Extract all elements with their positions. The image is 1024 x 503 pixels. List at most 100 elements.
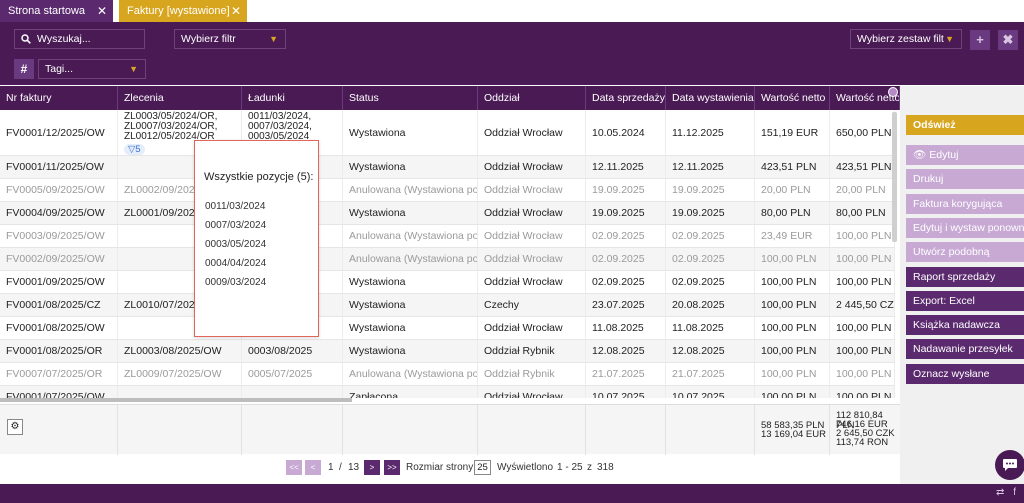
popup-item[interactable]: 0011/03/2024 <box>205 201 265 212</box>
cell-nr: FV0005/09/2025/OW <box>0 179 118 201</box>
gear-icon[interactable]: ⚙ <box>7 419 23 435</box>
close-icon[interactable]: ✕ <box>231 0 241 22</box>
table-row[interactable]: FV0002/09/2025/OW Anulowana (Wystawiona p… <box>0 248 895 271</box>
action-button[interactable]: Książka nadawcza <box>906 315 1024 336</box>
popup-item[interactable]: 0009/03/2024 <box>205 277 266 288</box>
cell-nr: FV0007/07/2025/OR <box>0 363 118 385</box>
cell-ladunki: 0003/08/2025 <box>242 340 343 362</box>
search-input[interactable]: Wyszukaj... <box>14 29 145 49</box>
cell-nr: FV0001/08/2025/OW <box>0 317 118 339</box>
cell-wystawienia: 19.09.2025 <box>666 179 755 201</box>
horizontal-scrollbar[interactable] <box>0 398 352 402</box>
column-header-ladunki[interactable]: Ładunki <box>242 86 343 110</box>
vertical-scrollbar[interactable] <box>892 112 897 242</box>
chat-icon[interactable] <box>995 450 1024 480</box>
cell-nr: FV0004/09/2025/OW <box>0 202 118 224</box>
table-row[interactable]: FV0003/09/2025/OW Anulowana (Wystawiona p… <box>0 225 895 248</box>
cell-netto: 423,51 PLN <box>755 156 830 178</box>
table-row[interactable]: FV0007/07/2025/OR ZL0009/07/2025/OW 0005/0… <box>0 363 895 386</box>
cell-netto: 100,00 PLN <box>755 386 830 398</box>
tab-faktury-wystawione[interactable]: Faktury [wystawione] ✕ <box>119 0 247 22</box>
cell-nr: FV0003/09/2025/OW <box>0 225 118 247</box>
facebook-icon[interactable]: f <box>1013 487 1016 498</box>
cell-oddzial: Oddział Wrocław <box>478 202 586 224</box>
popup-item[interactable]: 0003/05/2024 <box>205 239 266 250</box>
cell-oddzial: Czechy <box>478 294 586 316</box>
cell-sprzedaz: 12.11.2025 <box>586 156 666 178</box>
cell-wystawienia: 21.07.2025 <box>666 363 755 385</box>
action-button[interactable]: Oznacz wysłane <box>906 363 1024 384</box>
cell-zlecenia: ZL0003/08/2025/OW <box>118 340 242 362</box>
column-header-data-wystawienia[interactable]: Data wystawienia <box>666 86 755 110</box>
table-row[interactable]: FV0001/08/2025/OR ZL0003/08/2025/OW 0003/0… <box>0 340 895 363</box>
cell-oddzial: Oddział Wrocław <box>478 271 586 293</box>
tab-strona-startowa[interactable]: Strona startowa ✕ <box>0 0 113 22</box>
cell-nr: FV0001/09/2025/OW <box>0 271 118 293</box>
invoice-table-body: FV0001/12/2025/OW ZL0003/05/2024/OR, ZL000… <box>0 110 895 398</box>
popup-item[interactable]: 0007/03/2024 <box>205 220 266 231</box>
share-icon[interactable]: ⇄ <box>996 487 1004 498</box>
table-row[interactable]: FV0001/08/2025/CZ ZL0010/07/2025 Wystawion… <box>0 294 895 317</box>
tab-bar: Strona startowa ✕ Faktury [wystawione] ✕ <box>0 0 1024 22</box>
page-size-input[interactable]: 25 <box>474 460 491 475</box>
action-button[interactable]: Edytuj i wystaw ponownie <box>906 217 1024 238</box>
action-button[interactable]: Utwórz podobną <box>906 242 1024 263</box>
filter-select[interactable]: Wybierz filtr ▼ <box>174 29 286 49</box>
next-page-button[interactable]: > <box>364 460 380 475</box>
close-icon[interactable]: ✕ <box>97 0 107 22</box>
prev-page-button[interactable]: < <box>305 460 321 475</box>
first-page-button[interactable]: << <box>286 460 302 475</box>
column-header-nr-faktury[interactable]: Nr faktury <box>0 86 118 110</box>
column-settings-icon[interactable] <box>888 87 898 97</box>
cell-ladunki <box>242 386 343 398</box>
table-row[interactable]: FV0001/12/2025/OW ZL0003/05/2024/OR, ZL000… <box>0 110 895 156</box>
table-row[interactable]: FV0001/07/2025/OW Zapłacona Oddział Wrocła… <box>0 386 895 398</box>
tags-placeholder: Tagi... <box>45 63 74 75</box>
action-button[interactable]: Raport sprzedaży <box>906 266 1024 287</box>
more-items-badge[interactable]: ▽5 <box>124 144 145 155</box>
page-size-label: Rozmiar strony: <box>406 462 477 473</box>
action-button[interactable]: Odśwież <box>906 115 1024 135</box>
last-page-button[interactable]: >> <box>384 460 400 475</box>
table-row[interactable]: FV0001/09/2025/OW Wystawiona Oddział Wrocł… <box>0 271 895 294</box>
filter-placeholder: Wybierz filtr <box>181 33 236 45</box>
cell-wystawienia: 11.12.2025 <box>666 110 755 155</box>
cell-netto2: 100,00 PLN <box>830 363 895 385</box>
cell-status: Anulowana (Wystawiona ponownie) <box>343 225 478 247</box>
cell-wystawienia: 12.11.2025 <box>666 156 755 178</box>
cell-status: Wystawiona <box>343 156 478 178</box>
column-header-wartosc-netto[interactable]: Wartość netto <box>755 86 830 110</box>
page-separator: / <box>339 462 342 473</box>
table-row[interactable]: FV0001/08/2025/OW Wystawiona Oddział Wrocł… <box>0 317 895 340</box>
cell-netto: 100,00 PLN <box>755 363 830 385</box>
column-header-data-sprzedazy[interactable]: Data sprzedaży <box>586 86 666 110</box>
cell-status: Zapłacona <box>343 386 478 398</box>
tags-select[interactable]: Tagi... ▼ <box>38 59 146 79</box>
column-header-status[interactable]: Status <box>343 86 478 110</box>
shown-label: Wyświetlono <box>497 462 554 473</box>
popup-item[interactable]: 0004/04/2024 <box>205 258 266 269</box>
cell-wystawienia: 19.09.2025 <box>666 202 755 224</box>
remove-filter-set-button[interactable]: ✖ <box>998 30 1018 50</box>
tab-label: Strona startowa <box>8 5 86 17</box>
action-button[interactable]: Export: Excel <box>906 290 1024 311</box>
add-filter-set-button[interactable]: + <box>970 30 990 50</box>
action-button[interactable]: Drukuj <box>906 169 1024 190</box>
cell-sprzedaz: 10.05.2024 <box>586 110 666 155</box>
column-header-zlecenia[interactable]: Zlecenia <box>118 86 242 110</box>
column-header-oddzial[interactable]: Oddział <box>478 86 586 110</box>
cell-netto2: 100,00 PLN <box>830 225 895 247</box>
cell-sprzedaz: 19.09.2025 <box>586 179 666 201</box>
cell-netto: 100,00 PLN <box>755 271 830 293</box>
filter-set-select[interactable]: Wybierz zestaw filt ▼ <box>850 29 962 49</box>
action-button[interactable]: Nadawanie przesyłek <box>906 339 1024 360</box>
table-row[interactable]: FV0004/09/2025/OW ZL0001/09/2025 Wystawion… <box>0 202 895 225</box>
cell-oddzial: Oddział Wrocław <box>478 156 586 178</box>
table-row[interactable]: FV0001/11/2025/OW Wystawiona Oddział Wrocł… <box>0 156 895 179</box>
action-button[interactable]: Faktura korygująca <box>906 193 1024 214</box>
action-button[interactable]: 👁 Edytuj <box>906 145 1024 165</box>
cell-status: Wystawiona <box>343 317 478 339</box>
table-totals: 58 583,35 PLN 13 169,04 EUR 112 810,84 P… <box>0 404 900 455</box>
table-row[interactable]: FV0005/09/2025/OW ZL0002/09/2025 Anulowana… <box>0 179 895 202</box>
cell-wystawienia: 11.08.2025 <box>666 317 755 339</box>
